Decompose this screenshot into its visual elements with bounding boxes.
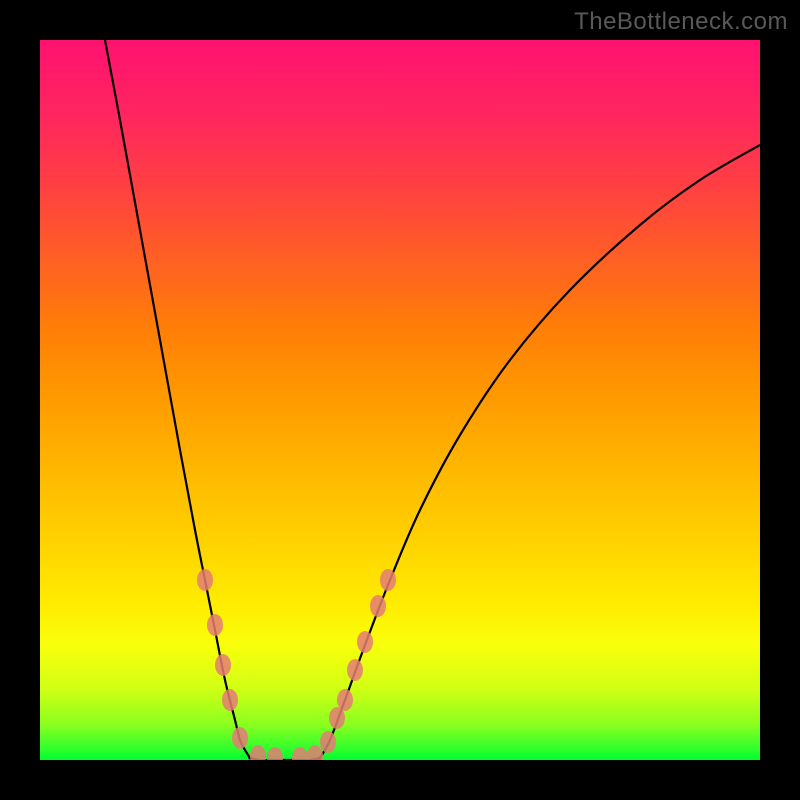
marker-point (207, 614, 223, 636)
marker-point (292, 747, 308, 760)
marker-point (232, 727, 248, 749)
marker-point (215, 654, 231, 676)
marker-point (307, 745, 323, 760)
marker-point (197, 569, 213, 591)
marker-group (197, 569, 396, 760)
watermark-text: TheBottleneck.com (574, 8, 788, 36)
chart-frame: TheBottleneck.com (0, 0, 800, 800)
marker-point (347, 659, 363, 681)
marker-point (357, 631, 373, 653)
marker-point (250, 745, 266, 760)
marker-point (337, 689, 353, 711)
marker-point (380, 569, 396, 591)
curve-svg (40, 40, 760, 760)
marker-point (267, 747, 283, 760)
marker-point (370, 595, 386, 617)
marker-point (320, 731, 336, 753)
marker-point (222, 689, 238, 711)
plot-area (40, 40, 760, 760)
bottleneck-curve (105, 40, 760, 760)
